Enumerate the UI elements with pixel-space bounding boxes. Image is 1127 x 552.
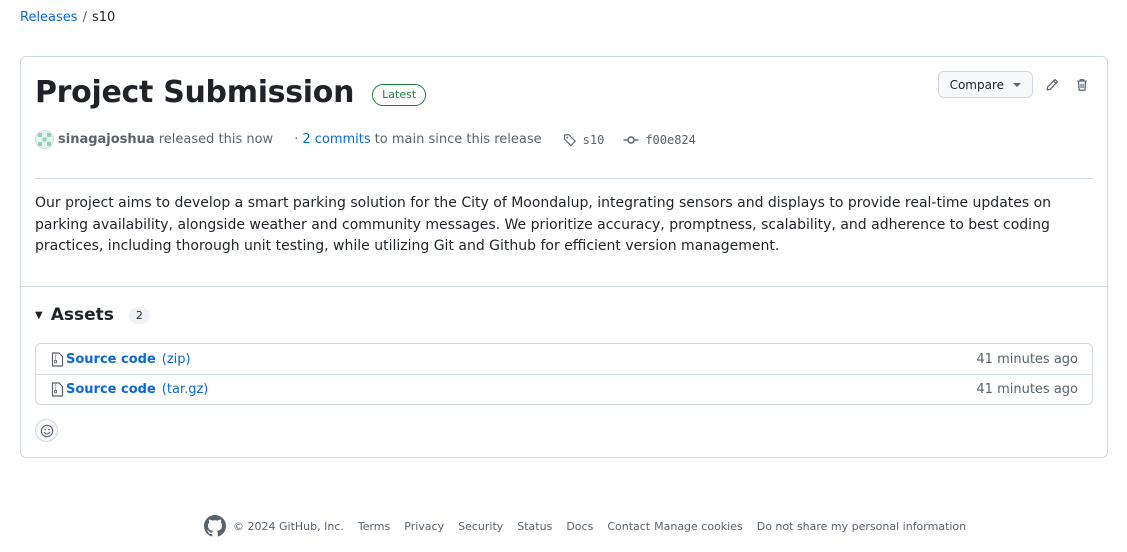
avatar[interactable] xyxy=(35,130,54,149)
file-zip-icon xyxy=(51,351,64,367)
footer-link-security[interactable]: Security xyxy=(458,520,503,533)
asset-download-link[interactable]: Source code (tar.gz) xyxy=(51,382,208,397)
add-reaction-button[interactable] xyxy=(35,419,58,442)
assets-title: Assets xyxy=(50,305,114,325)
assets-count: 2 xyxy=(128,306,150,324)
asset-download-link[interactable]: Source code (zip) xyxy=(51,352,191,367)
assets-list: Source code (zip) 41 minutes ago Source … xyxy=(35,343,1093,405)
footer-link-terms[interactable]: Terms xyxy=(358,520,390,533)
release-description: Our project aims to develop a smart park… xyxy=(35,195,1052,254)
compare-button[interactable]: Compare xyxy=(937,71,1033,98)
identicon-icon xyxy=(38,133,51,146)
edit-release-button[interactable] xyxy=(1041,74,1063,96)
release-header: Project Submission Latest xyxy=(35,75,427,110)
trash-icon xyxy=(1077,78,1087,91)
asset-ext: (tar.gz) xyxy=(161,382,209,397)
smiley-icon xyxy=(40,424,53,437)
footer-copyright: © 2024 GitHub, Inc. xyxy=(233,519,344,533)
footer-link-docs[interactable]: Docs xyxy=(566,520,593,533)
breadcrumb-separator: / xyxy=(82,10,87,25)
commits-link[interactable]: 2 commits xyxy=(302,132,370,147)
commit-link[interactable]: f00e824 xyxy=(623,133,696,147)
footer-link-contact[interactable]: Contact xyxy=(607,520,650,533)
git-commit-icon xyxy=(623,135,639,144)
assets-divider xyxy=(21,286,1107,287)
delete-release-button[interactable] xyxy=(1071,74,1093,96)
asset-row: Source code (zip) 41 minutes ago xyxy=(36,344,1092,374)
release-meta: sinagajoshua released this now · 2 commi… xyxy=(35,130,696,149)
footer: © 2024 GitHub, Inc. Terms Privacy Securi… xyxy=(204,515,973,537)
latest-badge: Latest xyxy=(372,83,427,106)
footer-link-privacy[interactable]: Privacy xyxy=(404,520,444,533)
commits-info: · 2 commits to main since this release xyxy=(294,132,541,147)
caret-down-icon xyxy=(1013,82,1021,87)
author-link[interactable]: sinagajoshua xyxy=(58,132,155,147)
pencil-icon xyxy=(1046,78,1059,91)
footer-link-manage-cookies[interactable]: Manage cookies xyxy=(654,520,743,533)
footer-link-do-not-share[interactable]: Do not share my personal information xyxy=(757,520,966,533)
asset-row: Source code (tar.gz) 41 minutes ago xyxy=(36,374,1092,404)
asset-name: Source code xyxy=(66,351,156,367)
asset-time: 41 minutes ago xyxy=(976,382,1078,397)
asset-ext: (zip) xyxy=(161,351,191,367)
breadcrumb-current: s10 xyxy=(91,10,116,25)
asset-time: 41 minutes ago xyxy=(976,351,1078,367)
commits-suffix: to main since this release xyxy=(374,132,542,147)
assets-toggle[interactable]: ▼ Assets 2 xyxy=(35,305,150,325)
asset-name: Source code xyxy=(66,382,156,397)
released-text: released this now xyxy=(158,132,274,147)
compare-label: Compare xyxy=(949,77,1004,92)
header-divider xyxy=(35,178,1093,179)
tag-icon xyxy=(563,133,576,146)
tag-name: s10 xyxy=(582,132,605,147)
release-title: Project Submission xyxy=(35,75,355,110)
github-logo-icon xyxy=(204,515,226,537)
triangle-down-icon: ▼ xyxy=(35,309,43,321)
tag-link[interactable]: s10 xyxy=(563,132,605,147)
breadcrumb: Releases / s10 xyxy=(20,10,115,25)
footer-link-status[interactable]: Status xyxy=(517,520,552,533)
release-card: Project Submission Latest Compare sinaga… xyxy=(20,56,1108,458)
release-actions: Compare xyxy=(937,71,1093,98)
commits-separator: · xyxy=(294,132,299,147)
commit-sha: f00e824 xyxy=(645,132,696,147)
file-zip-icon xyxy=(51,382,64,397)
breadcrumb-releases-link[interactable]: Releases xyxy=(20,10,78,25)
